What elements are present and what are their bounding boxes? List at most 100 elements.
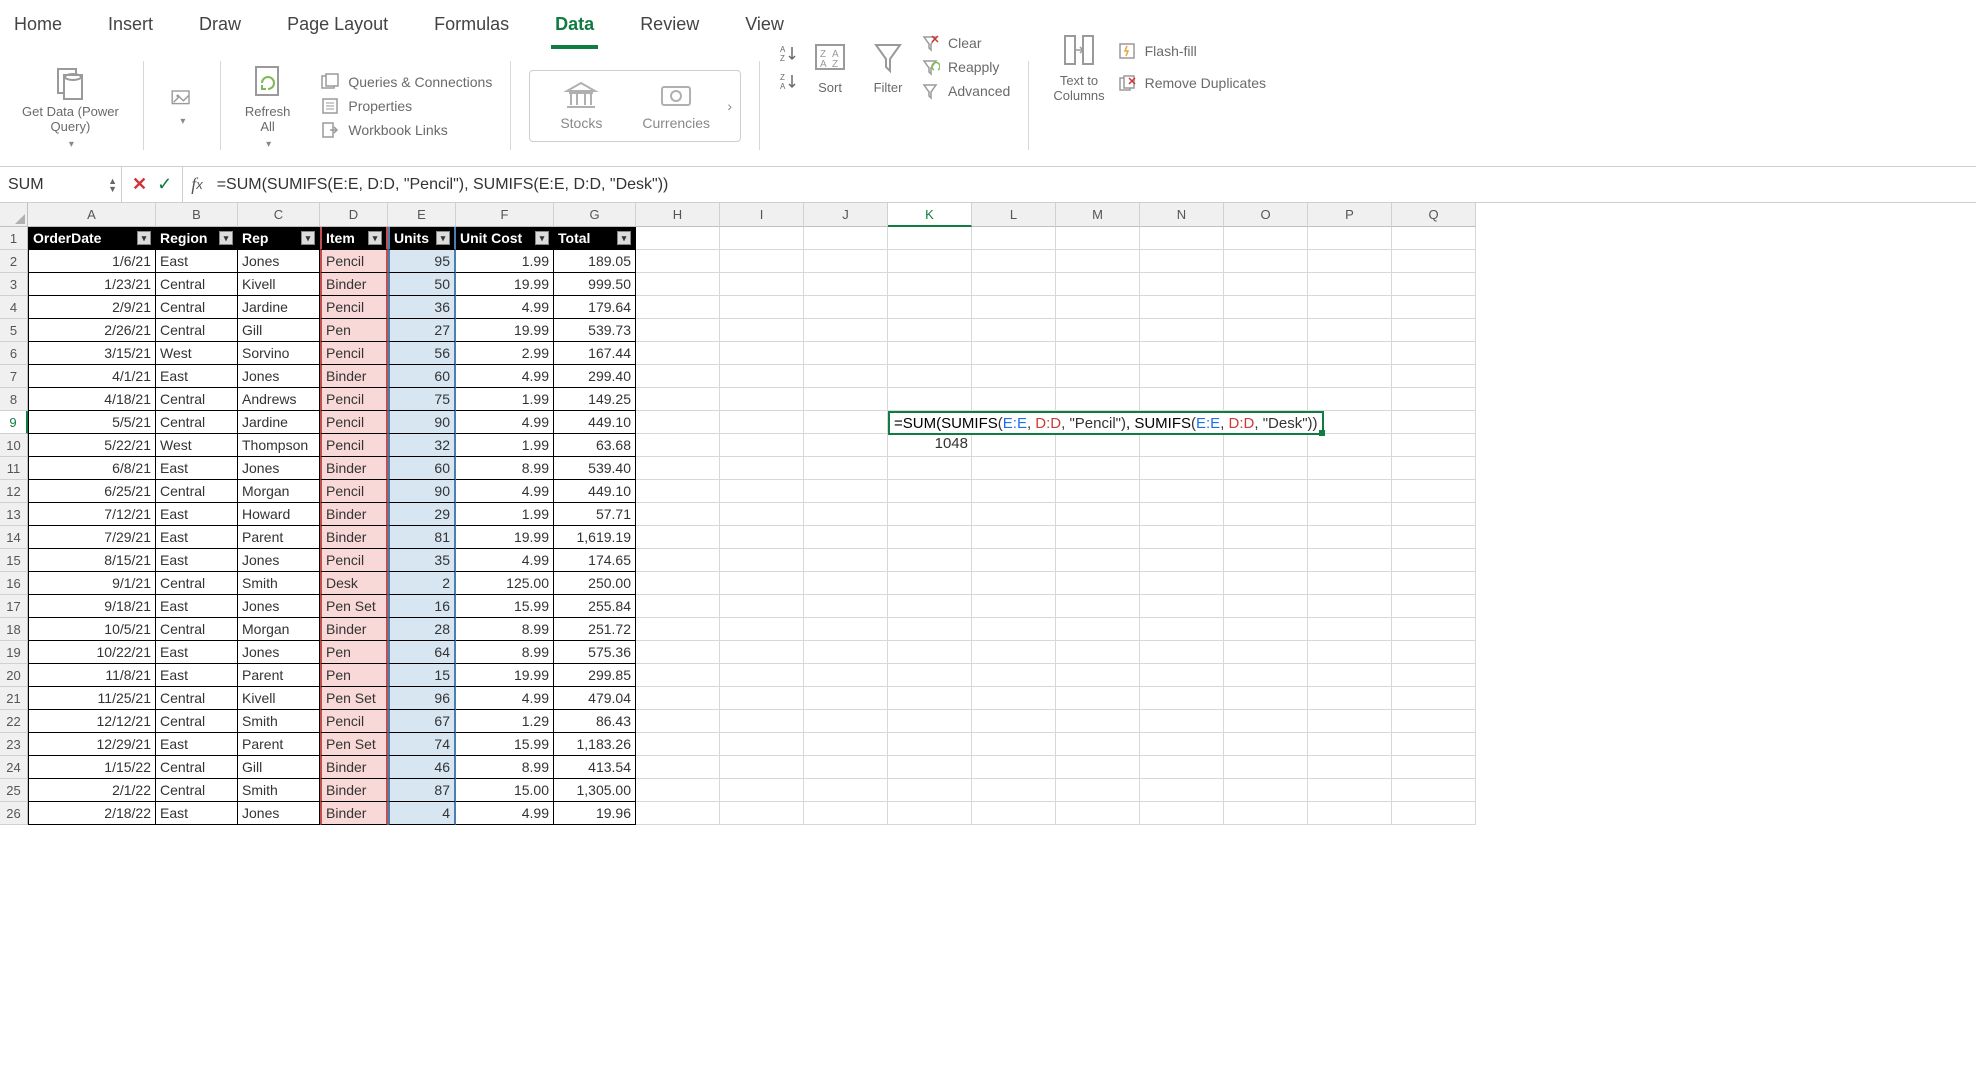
cell-N17[interactable] (1140, 595, 1224, 618)
row-header-5[interactable]: 5 (0, 319, 28, 342)
cell-A3[interactable]: 1/23/21 (28, 273, 156, 296)
cell-M26[interactable] (1056, 802, 1140, 825)
cell-L10[interactable] (972, 434, 1056, 457)
cell-N11[interactable] (1140, 457, 1224, 480)
cell-C2[interactable]: Jones (238, 250, 320, 273)
cell-F22[interactable]: 1.29 (456, 710, 554, 733)
cell-L1[interactable] (972, 227, 1056, 250)
cell-N19[interactable] (1140, 641, 1224, 664)
cell-P2[interactable] (1308, 250, 1392, 273)
cell-F10[interactable]: 1.99 (456, 434, 554, 457)
row-header-19[interactable]: 19 (0, 641, 28, 664)
cell-K18[interactable] (888, 618, 972, 641)
cell-J6[interactable] (804, 342, 888, 365)
cell-J19[interactable] (804, 641, 888, 664)
cell-P21[interactable] (1308, 687, 1392, 710)
cell-L15[interactable] (972, 549, 1056, 572)
cell-G6[interactable]: 167.44 (554, 342, 636, 365)
cell-F20[interactable]: 19.99 (456, 664, 554, 687)
formula-input[interactable]: =SUM(SUMIFS(E:E, D:D, "Pencil"), SUMIFS(… (211, 167, 1976, 202)
get-data-button[interactable]: Get Data (Power Query) ▾ (16, 59, 125, 152)
cell-F24[interactable]: 8.99 (456, 756, 554, 779)
cell-M16[interactable] (1056, 572, 1140, 595)
row-header-13[interactable]: 13 (0, 503, 28, 526)
cell-E19[interactable]: 64 (388, 641, 456, 664)
cell-H7[interactable] (636, 365, 720, 388)
cell-H15[interactable] (636, 549, 720, 572)
cell-O23[interactable] (1224, 733, 1308, 756)
cell-L4[interactable] (972, 296, 1056, 319)
cell-F17[interactable]: 15.99 (456, 595, 554, 618)
row-header-15[interactable]: 15 (0, 549, 28, 572)
cell-H3[interactable] (636, 273, 720, 296)
cell-N12[interactable] (1140, 480, 1224, 503)
cell-B8[interactable]: Central (156, 388, 238, 411)
cell-H12[interactable] (636, 480, 720, 503)
cell-H18[interactable] (636, 618, 720, 641)
cell-H21[interactable] (636, 687, 720, 710)
cell-B3[interactable]: Central (156, 273, 238, 296)
cell-P7[interactable] (1308, 365, 1392, 388)
cell-J16[interactable] (804, 572, 888, 595)
cell-N25[interactable] (1140, 779, 1224, 802)
cell-O15[interactable] (1224, 549, 1308, 572)
filter-dropdown-total[interactable]: ▾ (617, 231, 631, 245)
cell-C17[interactable]: Jones (238, 595, 320, 618)
cell-Q12[interactable] (1392, 480, 1476, 503)
cell-Q2[interactable] (1392, 250, 1476, 273)
cell-A4[interactable]: 2/9/21 (28, 296, 156, 319)
cell-I14[interactable] (720, 526, 804, 549)
cell-G2[interactable]: 189.05 (554, 250, 636, 273)
namebox-spinner[interactable]: ▲▼ (108, 177, 117, 193)
cell-H11[interactable] (636, 457, 720, 480)
cell-B9[interactable]: Central (156, 411, 238, 434)
cell-O22[interactable] (1224, 710, 1308, 733)
cell-Q16[interactable] (1392, 572, 1476, 595)
queries-connections-button[interactable]: Queries & Connections (320, 70, 492, 94)
cell-A11[interactable]: 6/8/21 (28, 457, 156, 480)
cell-M6[interactable] (1056, 342, 1140, 365)
cell-J25[interactable] (804, 779, 888, 802)
cell-P20[interactable] (1308, 664, 1392, 687)
cell-B2[interactable]: East (156, 250, 238, 273)
cell-F25[interactable]: 15.00 (456, 779, 554, 802)
cell-P17[interactable] (1308, 595, 1392, 618)
col-header-D[interactable]: D (320, 203, 388, 227)
cell-D6[interactable]: Pencil (320, 342, 388, 365)
cell-N14[interactable] (1140, 526, 1224, 549)
cell-Q15[interactable] (1392, 549, 1476, 572)
cell-C5[interactable]: Gill (238, 319, 320, 342)
cell-F15[interactable]: 4.99 (456, 549, 554, 572)
cell-L11[interactable] (972, 457, 1056, 480)
cell-C11[interactable]: Jones (238, 457, 320, 480)
cell-Q13[interactable] (1392, 503, 1476, 526)
cell-H22[interactable] (636, 710, 720, 733)
cell-N20[interactable] (1140, 664, 1224, 687)
cell-J23[interactable] (804, 733, 888, 756)
cell-A18[interactable]: 10/5/21 (28, 618, 156, 641)
cell-H20[interactable] (636, 664, 720, 687)
cell-C7[interactable]: Jones (238, 365, 320, 388)
cell-A21[interactable]: 11/25/21 (28, 687, 156, 710)
cell-G5[interactable]: 539.73 (554, 319, 636, 342)
cell-E2[interactable]: 95 (388, 250, 456, 273)
cell-O17[interactable] (1224, 595, 1308, 618)
cell-I7[interactable] (720, 365, 804, 388)
accept-formula-button[interactable]: ✓ (157, 174, 172, 195)
cell-A13[interactable]: 7/12/21 (28, 503, 156, 526)
cell-E12[interactable]: 90 (388, 480, 456, 503)
select-all-corner[interactable] (0, 203, 28, 227)
cell-N18[interactable] (1140, 618, 1224, 641)
cell-N24[interactable] (1140, 756, 1224, 779)
cell-I10[interactable] (720, 434, 804, 457)
cell-G9[interactable]: 449.10 (554, 411, 636, 434)
cell-D1[interactable]: Item▾ (320, 227, 388, 250)
cell-I5[interactable] (720, 319, 804, 342)
cell-M2[interactable] (1056, 250, 1140, 273)
cell-H26[interactable] (636, 802, 720, 825)
cell-E16[interactable]: 2 (388, 572, 456, 595)
cell-O5[interactable] (1224, 319, 1308, 342)
cell-H2[interactable] (636, 250, 720, 273)
cell-M25[interactable] (1056, 779, 1140, 802)
cell-P18[interactable] (1308, 618, 1392, 641)
